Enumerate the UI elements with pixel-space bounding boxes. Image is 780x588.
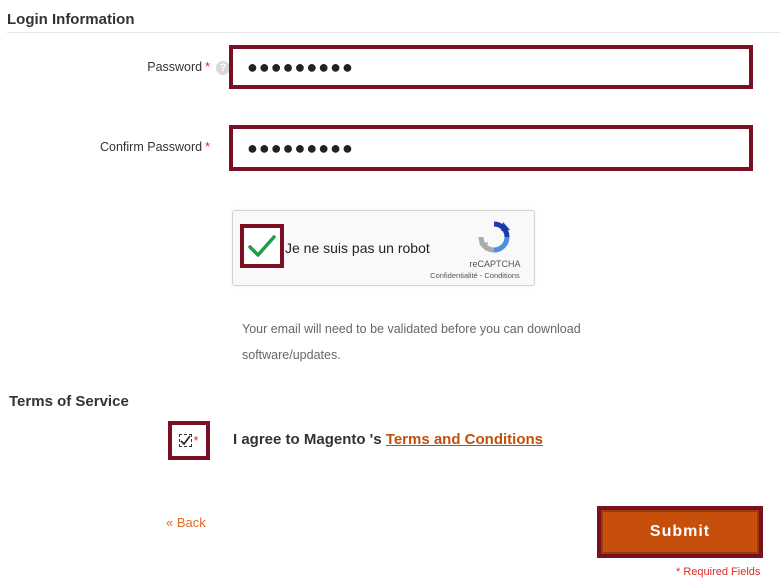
submit-button-frame: Submit xyxy=(597,506,763,558)
help-icon[interactable]: ? xyxy=(216,61,230,75)
recaptcha-privacy-terms-links[interactable]: Confidentialité - Conditions xyxy=(415,271,535,280)
required-star: * xyxy=(205,60,210,74)
note-line-1: Your email will need to be validated bef… xyxy=(242,322,581,336)
password-label: Password * xyxy=(10,60,210,74)
confirm-password-label-text: Confirm Password xyxy=(100,140,203,154)
confirm-password-label: Confirm Password * xyxy=(10,140,210,154)
terms-checkbox[interactable]: * xyxy=(168,421,210,460)
recaptcha-logo-icon xyxy=(477,220,511,254)
email-validation-note: Your email will need to be validated bef… xyxy=(242,316,662,368)
section-divider xyxy=(7,32,780,33)
checkbox-box xyxy=(179,434,193,447)
required-fields-note: * Required Fields xyxy=(676,566,761,578)
recaptcha-brand: reCAPTCHA xyxy=(469,259,521,269)
section-title-terms: Terms of Service xyxy=(9,393,129,410)
terms-agree-text: I agree to Magento 's Terms and Conditio… xyxy=(233,431,543,448)
password-label-text: Password xyxy=(147,60,203,74)
password-input[interactable]: ●●●●●●●●● xyxy=(229,45,753,89)
recaptcha-checkbox[interactable] xyxy=(240,224,284,268)
required-star: * xyxy=(205,140,210,154)
required-star: * xyxy=(193,433,199,448)
terms-and-conditions-link[interactable]: Terms and Conditions xyxy=(386,431,543,448)
recaptcha-label: Je ne suis pas un robot xyxy=(285,240,430,256)
password-value: ●●●●●●●●● xyxy=(247,56,354,77)
back-link[interactable]: « Back xyxy=(166,515,206,530)
terms-agree-prefix: I agree to Magento 's xyxy=(233,431,386,448)
section-title-login: Login Information xyxy=(7,11,135,28)
checkmark-icon xyxy=(248,235,276,257)
submit-button[interactable]: Submit xyxy=(601,510,759,554)
note-line-2: software/updates. xyxy=(242,348,341,362)
confirm-password-value: ●●●●●●●●● xyxy=(247,137,354,158)
confirm-password-input[interactable]: ●●●●●●●●● xyxy=(229,125,753,171)
checkmark-icon xyxy=(180,435,192,446)
